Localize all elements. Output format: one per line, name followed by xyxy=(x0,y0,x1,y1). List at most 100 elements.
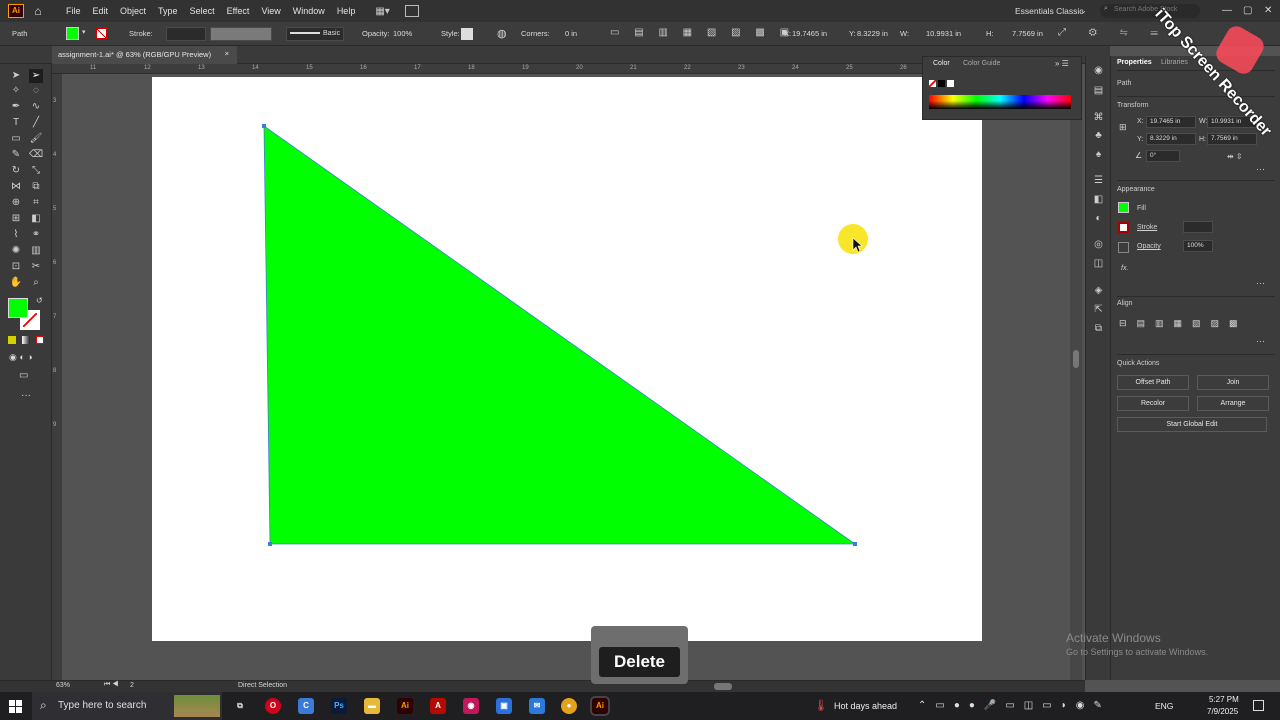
scroll-thumb[interactable] xyxy=(1073,350,1079,368)
fill-color-swatch[interactable] xyxy=(8,298,28,318)
align-buttons[interactable]: ⊟▤▥▦▧▨▩ xyxy=(1119,318,1248,329)
join-button[interactable]: Join xyxy=(1197,375,1269,390)
more-tools-icon[interactable]: ··· xyxy=(21,390,31,401)
transparency-icon[interactable]: ◐ xyxy=(1092,212,1105,225)
start-global-edit-button[interactable]: Start Global Edit xyxy=(1117,417,1267,432)
more-options-icon[interactable]: ··· xyxy=(1256,336,1265,346)
fx-button[interactable]: fx. xyxy=(1121,265,1128,272)
mail-icon[interactable]: ✉ xyxy=(529,698,545,714)
free-transform-icon[interactable]: ⧉ xyxy=(29,180,43,194)
gpu-icon[interactable] xyxy=(405,5,420,17)
menu-effect[interactable]: Effect xyxy=(221,0,256,22)
y-input[interactable]: 8.3229 in xyxy=(1146,133,1196,145)
perspective-grid-icon[interactable]: ⌗ xyxy=(29,196,43,210)
symbols-icon[interactable]: ♣ xyxy=(1092,129,1105,142)
close-window-button[interactable]: ✕ xyxy=(1264,0,1272,22)
align-icons[interactable]: ▭ ▤ ▥ ▦ ▧ ▨ ▩ ▣ xyxy=(610,27,795,38)
stroke-link[interactable]: Stroke xyxy=(1137,224,1157,231)
app-logo[interactable]: Ai xyxy=(8,4,24,18)
stroke-appearance-swatch[interactable] xyxy=(1118,222,1129,233)
rectangle-tool-icon[interactable]: ▭ xyxy=(9,132,23,146)
none-swatch[interactable] xyxy=(929,80,936,87)
color-tab[interactable]: Color xyxy=(933,60,950,67)
clock-date[interactable]: 7/9/2025 xyxy=(1207,707,1238,716)
arrange-button[interactable]: Arrange xyxy=(1197,396,1269,411)
photoshop-icon[interactable]: Ps xyxy=(331,698,347,714)
workspace-chevron-icon[interactable]: ⌄ xyxy=(1080,0,1087,22)
fill-appearance-swatch[interactable] xyxy=(1118,202,1129,213)
line-tool-icon[interactable]: ╱ xyxy=(29,116,43,130)
draw-mode-icon[interactable]: ◉ ◐ ◑ xyxy=(9,352,33,363)
menu-type[interactable]: Type xyxy=(152,0,184,22)
graphic-styles-panel-icon[interactable]: ◫ xyxy=(1092,257,1105,270)
paintbrush-icon[interactable]: 🖌 xyxy=(29,132,43,146)
flip-icons[interactable]: ⇹ ⇳ xyxy=(1227,152,1243,161)
y-value[interactable]: 8.3229 in xyxy=(857,29,888,38)
restore-button[interactable]: ▢ xyxy=(1243,0,1252,22)
h-input[interactable]: 7.7569 in xyxy=(1207,133,1257,145)
illustrator-active-icon[interactable]: Ai xyxy=(590,696,610,716)
color-mode-icon[interactable] xyxy=(8,336,16,344)
x-input[interactable]: 19.7465 in xyxy=(1146,116,1196,128)
file-explorer-icon[interactable]: ▬ xyxy=(364,698,380,714)
zoom-tool-icon[interactable]: ⌕ xyxy=(29,276,43,290)
h-value[interactable]: 7.7569 in xyxy=(1012,29,1043,38)
swap-colors-icon[interactable]: ↺ xyxy=(36,296,43,305)
task-view-icon[interactable]: ⧉ xyxy=(232,698,248,714)
artboard-number[interactable]: 2 xyxy=(130,682,134,689)
symbol-sprayer-icon[interactable]: ✺ xyxy=(9,244,23,258)
language-indicator[interactable]: ENG xyxy=(1155,701,1173,711)
stroke-weight-input[interactable] xyxy=(166,27,206,41)
clock-time[interactable]: 5:27 PM xyxy=(1209,695,1239,704)
stroke-swatch[interactable] xyxy=(95,27,108,40)
menu-edit[interactable]: Edit xyxy=(87,0,115,22)
menu-select[interactable]: Select xyxy=(184,0,221,22)
artboard-nav-icons[interactable]: ⏮ ◀ xyxy=(104,681,119,689)
offset-path-button[interactable]: Offset Path xyxy=(1117,375,1189,390)
illustrator-icon[interactable]: Ai xyxy=(397,698,413,714)
layers-icon[interactable]: ◈ xyxy=(1092,284,1105,297)
width-tool-icon[interactable]: ⋈ xyxy=(9,180,23,194)
style-swatch[interactable] xyxy=(461,28,473,40)
type-tool-icon[interactable]: T xyxy=(9,116,23,130)
slice-tool-icon[interactable]: ✂ xyxy=(29,260,43,274)
tray-icons[interactable]: ⌃▭●●🎤▭◫▭◗◉✎ xyxy=(918,700,1111,711)
minimize-button[interactable]: — xyxy=(1222,0,1232,22)
panel-menu-icon[interactable]: » ☰ xyxy=(1055,59,1069,68)
weather-text[interactable]: Hot days ahead xyxy=(834,701,897,711)
stroke-panel-icon[interactable]: ☰ xyxy=(1092,174,1105,187)
mesh-icon[interactable]: ⊞ xyxy=(9,212,23,226)
menu-help[interactable]: Help xyxy=(331,0,362,22)
shape-builder-icon[interactable]: ⊕ xyxy=(9,196,23,210)
home-icon[interactable]: ⌂ xyxy=(30,4,46,18)
recolor-button[interactable]: Recolor xyxy=(1117,396,1189,411)
shaper-icon[interactable]: ✎ xyxy=(9,148,23,162)
variable-width-select[interactable] xyxy=(210,27,272,41)
recorder-app-icon[interactable]: ◉ xyxy=(463,698,479,714)
anchor-point-bottom-left[interactable] xyxy=(268,542,272,546)
selection-tool-icon[interactable]: ➤ xyxy=(9,69,23,83)
artboards-icon[interactable]: ⧉ xyxy=(1092,322,1105,335)
white-swatch[interactable] xyxy=(947,80,954,87)
curvature-icon[interactable]: ∿ xyxy=(29,100,43,114)
fill-swatch[interactable] xyxy=(66,27,79,40)
gradient-icon[interactable]: ◧ xyxy=(29,212,43,226)
angle-input[interactable]: 0° xyxy=(1146,150,1180,162)
reference-point-icon[interactable]: ⊞ xyxy=(1119,122,1127,133)
canvas-area[interactable] xyxy=(62,74,1082,680)
chrome-icon[interactable]: ● xyxy=(561,698,577,714)
arrange-documents-icon[interactable]: ▦▾ xyxy=(375,6,397,17)
menu-view[interactable]: View xyxy=(255,0,286,22)
close-tab-icon[interactable]: × xyxy=(225,49,229,58)
taskbar-search-box[interactable]: ⌕ Type here to search xyxy=(32,692,222,720)
w-value[interactable]: 10.9931 in xyxy=(926,29,961,38)
menu-window[interactable]: Window xyxy=(287,0,331,22)
artboard-tool-icon[interactable]: ⊡ xyxy=(9,260,23,274)
direct-selection-tool-icon[interactable]: ➢ xyxy=(29,69,43,83)
black-swatch[interactable] xyxy=(938,80,945,87)
opacity-value[interactable]: 100% xyxy=(393,29,412,38)
library-icon[interactable]: ▤ xyxy=(1092,84,1105,97)
opacity-field[interactable]: 100% xyxy=(1183,240,1213,252)
green-triangle[interactable] xyxy=(263,125,857,545)
magic-wand-icon[interactable]: ✧ xyxy=(9,84,23,98)
